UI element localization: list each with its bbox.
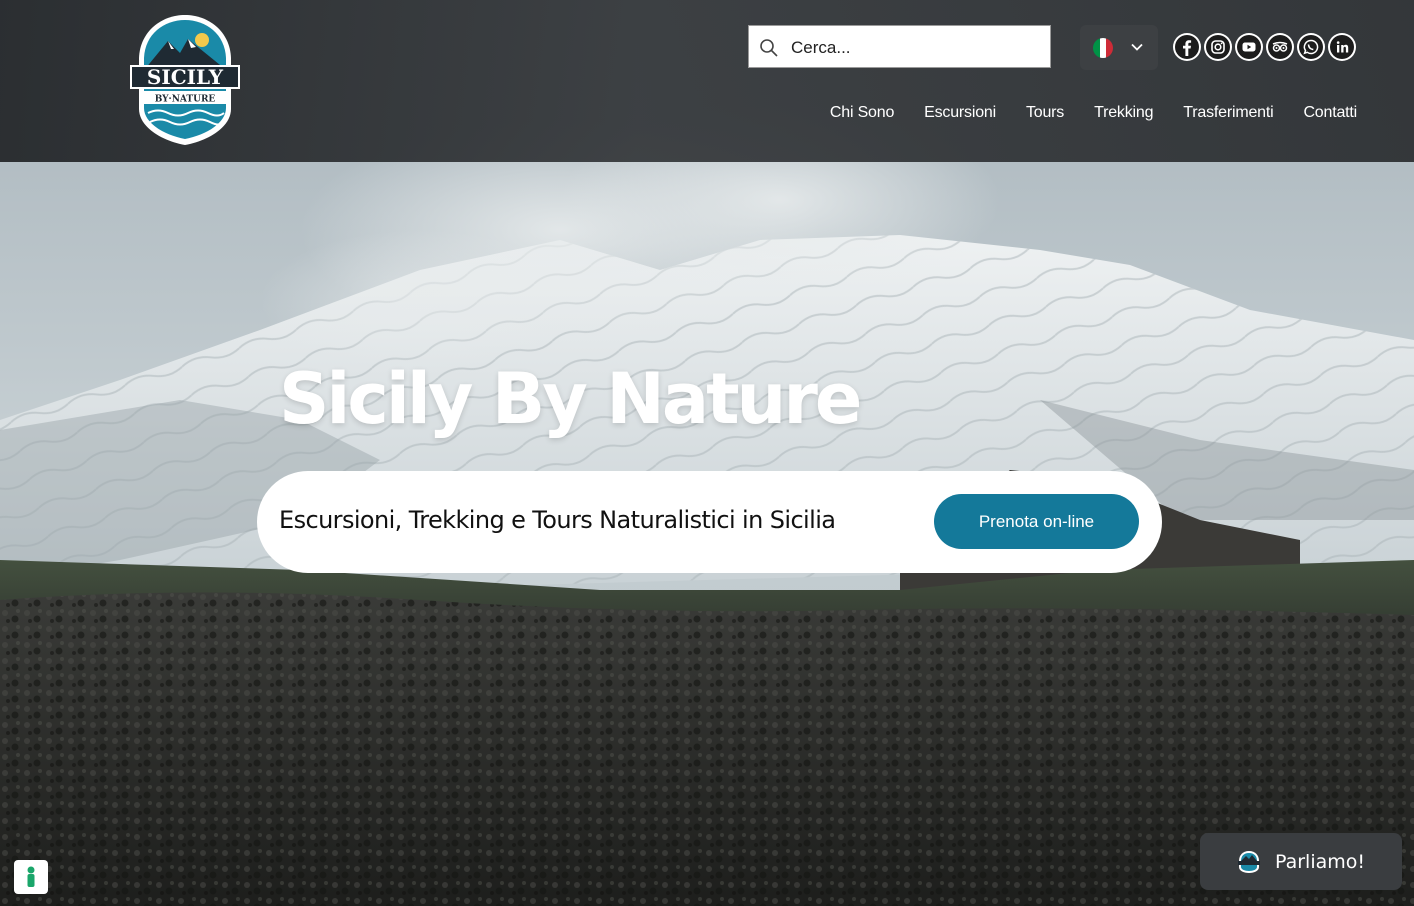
social-links <box>1173 33 1356 61</box>
hero-banner: Escursioni, Trekking e Tours Naturalisti… <box>257 471 1162 573</box>
whatsapp-icon[interactable] <box>1297 33 1325 61</box>
chat-widget[interactable]: Parliamo! <box>1200 833 1402 890</box>
chat-label: Parliamo! <box>1275 851 1366 873</box>
nav-trekking[interactable]: Trekking <box>1094 104 1153 122</box>
accessibility-button[interactable] <box>14 860 48 894</box>
search-box <box>748 25 1051 68</box>
logo-text: SICILY <box>147 65 224 89</box>
facebook-icon[interactable] <box>1173 33 1201 61</box>
hero-tagline: Escursioni, Trekking e Tours Naturalisti… <box>279 506 836 534</box>
nav-tours[interactable]: Tours <box>1026 104 1064 122</box>
nav-contatti[interactable]: Contatti <box>1303 104 1357 122</box>
italy-flag-icon <box>1093 38 1113 58</box>
main-nav: Chi Sono Escursioni Tours Trekking Trasf… <box>830 104 1357 122</box>
sicily-by-nature-logo[interactable]: SICILY BY·NATURE <box>128 13 242 147</box>
logo-subtext: BY·NATURE <box>155 95 216 105</box>
nav-chi-sono[interactable]: Chi Sono <box>830 104 894 122</box>
tripadvisor-icon[interactable] <box>1266 33 1294 61</box>
linkedin-icon[interactable] <box>1328 33 1356 61</box>
nav-trasferimenti[interactable]: Trasferimenti <box>1183 104 1273 122</box>
accessibility-icon <box>27 866 35 887</box>
site-header: SICILY BY·NATURE Cerca... Chi Sono Escur… <box>0 0 1414 162</box>
book-online-button[interactable]: Prenota on-line <box>934 494 1139 549</box>
instagram-icon[interactable] <box>1204 33 1232 61</box>
nav-escursioni[interactable]: Escursioni <box>924 104 996 122</box>
chevron-down-icon <box>1131 43 1143 51</box>
youtube-icon[interactable] <box>1235 33 1263 61</box>
search-icon[interactable] <box>759 38 779 58</box>
chat-avatar-icon <box>1238 851 1260 873</box>
search-input[interactable] <box>789 32 1043 64</box>
language-selector[interactable] <box>1080 25 1158 70</box>
hero-title: Sicily By Nature <box>279 358 862 440</box>
